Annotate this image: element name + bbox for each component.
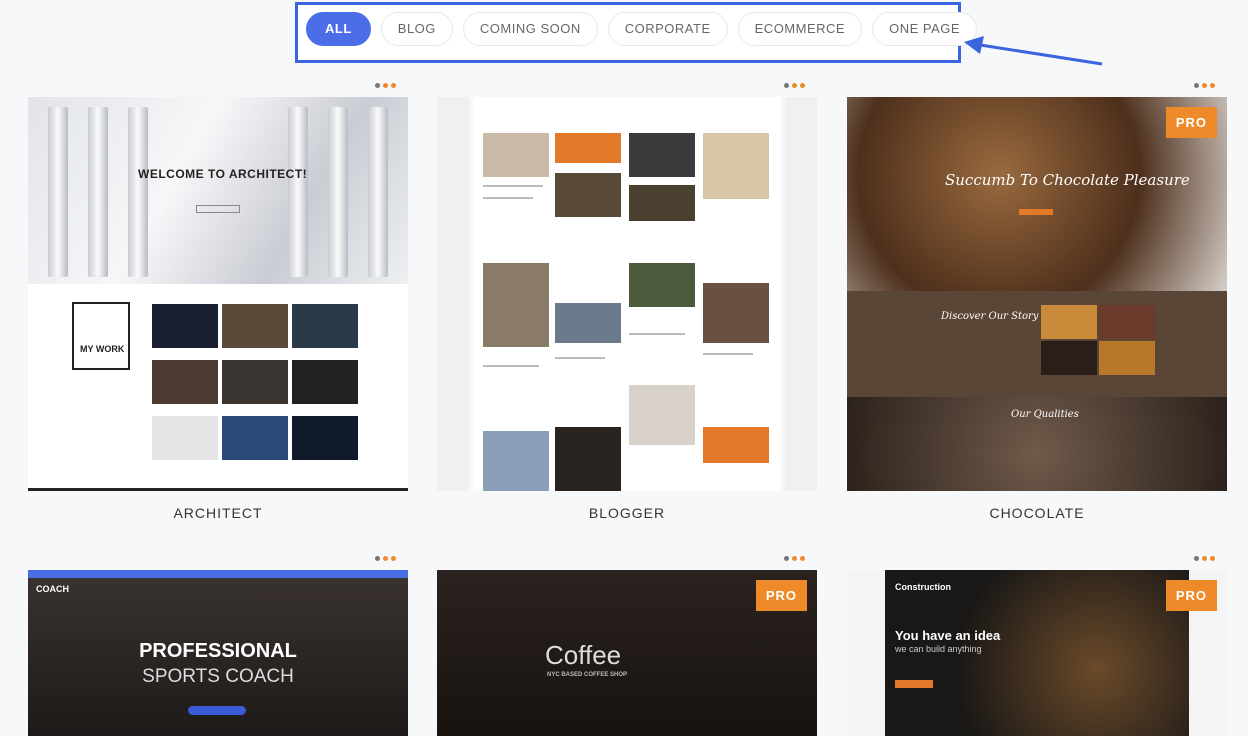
hero-text: Succumb To Chocolate Pleasure	[945, 171, 1190, 189]
template-filter-bar: ALL BLOG COMING SOON CORPORATE ECOMMERCE…	[306, 12, 978, 46]
hero-line-2: we can build anything	[895, 644, 982, 654]
section-title: MY WORK	[72, 302, 130, 370]
template-thumbnail[interactable]: COACH PROFESSIONAL SPORTS COACH	[28, 570, 408, 736]
annotation-arrow-icon	[964, 36, 1103, 66]
card-menu-dots-icon[interactable]	[375, 556, 396, 561]
card-menu-dots-icon[interactable]	[784, 83, 805, 88]
template-title: CHOCOLATE	[989, 505, 1085, 521]
hero-line-2: SPORTS COACH	[142, 666, 294, 687]
hero-line-1: PROFESSIONAL	[139, 640, 297, 662]
pro-badge: PRO	[1165, 580, 1217, 611]
template-thumbnail[interactable]: Succumb To Chocolate Pleasure Discover O…	[847, 97, 1227, 491]
hero-image: WELCOME TO ARCHITECT!	[28, 97, 408, 284]
filter-corporate[interactable]: CORPORATE	[607, 12, 728, 46]
section-title: Discover Our Story	[941, 311, 1039, 322]
hero-text: Coffee	[545, 640, 622, 670]
template-card-construction[interactable]: Construction You have an idea we can bui…	[847, 556, 1227, 736]
template-card-coffee[interactable]: Coffee NYC BASED COFFEE SHOP PRO	[437, 556, 817, 736]
filter-ecommerce[interactable]: ECOMMERCE	[737, 12, 863, 46]
filter-all[interactable]: ALL	[306, 12, 371, 46]
card-menu-dots-icon[interactable]	[1194, 83, 1215, 88]
filter-blog[interactable]: BLOG	[380, 12, 453, 46]
hero-subtext: NYC BASED COFFEE SHOP	[547, 672, 628, 678]
template-title: BLOGGER	[588, 505, 666, 521]
hero-line-1: You have an idea	[895, 628, 1001, 643]
card-menu-dots-icon[interactable]	[1194, 556, 1215, 561]
hero-text: WELCOME TO ARCHITECT!	[138, 167, 308, 181]
template-card-chocolate[interactable]: Succumb To Chocolate Pleasure Discover O…	[847, 83, 1227, 521]
filter-coming-soon[interactable]: COMING SOON	[462, 12, 598, 46]
site-logo: COACH	[36, 584, 69, 594]
template-card-coach[interactable]: COACH PROFESSIONAL SPORTS COACH	[28, 556, 408, 736]
pro-badge: PRO	[1165, 107, 1217, 138]
template-thumbnail[interactable]: Construction You have an idea we can bui…	[847, 570, 1227, 736]
template-title: ARCHITECT	[173, 505, 263, 521]
template-card-architect[interactable]: WELCOME TO ARCHITECT! MY WORK ARCHITECT	[28, 83, 408, 521]
template-card-blogger[interactable]: BLOGGER	[437, 83, 817, 521]
template-thumbnail[interactable]: WELCOME TO ARCHITECT! MY WORK	[28, 97, 408, 491]
template-thumbnail[interactable]: Coffee NYC BASED COFFEE SHOP PRO	[437, 570, 817, 736]
pro-badge: PRO	[755, 580, 807, 611]
section-title-2: Our Qualities	[1011, 409, 1079, 420]
site-logo: Construction	[895, 582, 951, 592]
template-thumbnail[interactable]	[437, 97, 817, 491]
card-menu-dots-icon[interactable]	[784, 556, 805, 561]
card-menu-dots-icon[interactable]	[375, 83, 396, 88]
